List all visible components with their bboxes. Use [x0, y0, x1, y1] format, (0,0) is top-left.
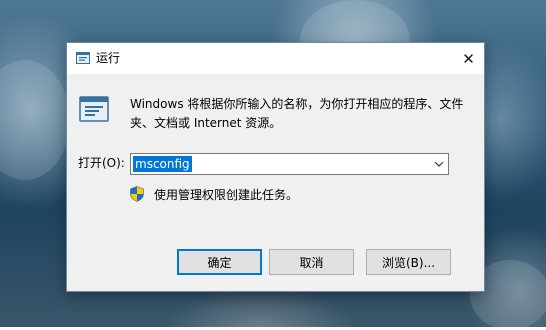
uac-shield-icon	[130, 186, 144, 202]
run-app-icon	[76, 52, 90, 64]
description-text: Windows 将根据你所输入的名称，为你打开相应的程序、文件夹、文档或 Int…	[130, 97, 464, 130]
dialog-title: 运行	[96, 51, 121, 65]
dialog-content: Windows 将根据你所输入的名称，为你打开相应的程序、文件夹、文档或 Int…	[67, 74, 484, 238]
close-icon: ✕	[462, 49, 475, 68]
browse-button[interactable]: 浏览(B)...	[366, 249, 451, 275]
command-combobox[interactable]: msconfig	[130, 153, 449, 175]
run-app-icon	[79, 96, 109, 122]
open-label: 打开(O):	[78, 156, 125, 170]
close-button[interactable]: ✕	[453, 43, 484, 74]
chevron-down-icon[interactable]	[433, 157, 445, 171]
button-bar: 确定 取消 浏览(B)...	[67, 238, 484, 291]
bokeh-light	[0, 60, 70, 180]
run-dialog: 运行 ✕ Windows 将根据你所输入的名称，为你打开相应的程序、文件夹、文档…	[66, 42, 485, 292]
title-bar: 运行 ✕	[67, 43, 484, 74]
cancel-button[interactable]: 取消	[269, 249, 354, 275]
command-input[interactable]: msconfig	[133, 156, 192, 172]
admin-privilege-note: 使用管理权限创建此任务。	[154, 188, 299, 202]
ok-button[interactable]: 确定	[177, 249, 262, 275]
